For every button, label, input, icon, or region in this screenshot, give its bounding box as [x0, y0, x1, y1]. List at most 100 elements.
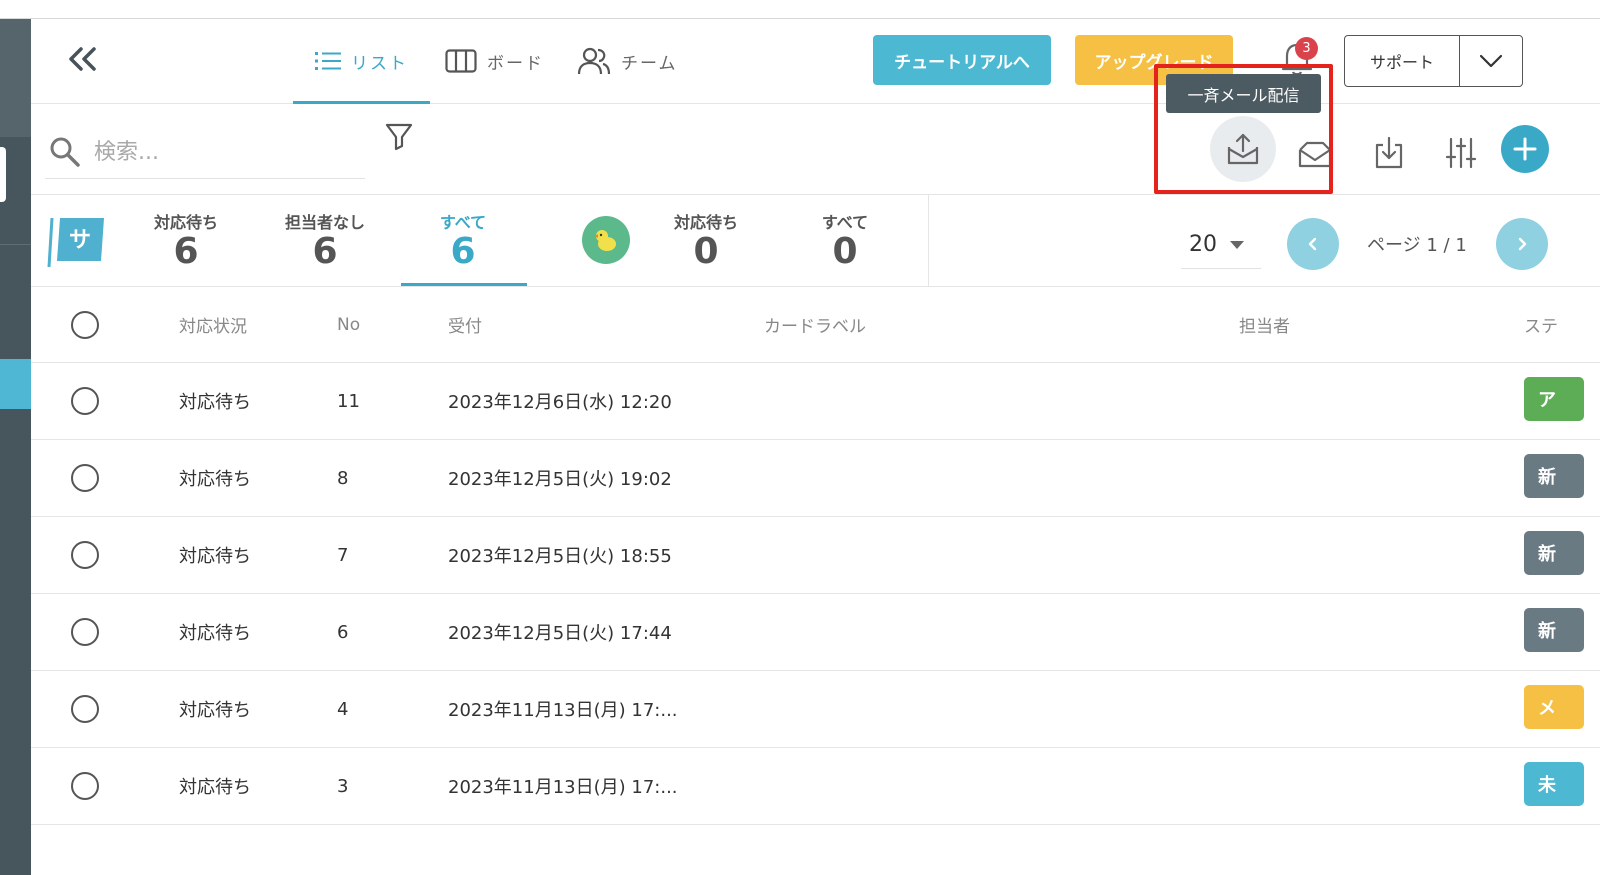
support-button[interactable]: サポート: [1345, 36, 1460, 86]
filter-icon[interactable]: [385, 122, 413, 152]
table-row[interactable]: 対応待ち 3 2023年11月13日(月) 17:... 未: [31, 748, 1600, 825]
column-header[interactable]: 担当者: [1239, 287, 1290, 362]
open-envelope-icon: [1298, 141, 1332, 168]
column-header[interactable]: カードラベル: [764, 287, 866, 362]
add-button[interactable]: [1501, 125, 1549, 173]
search-box: [45, 126, 365, 179]
board-icon: [445, 49, 477, 73]
stat-label: すべて: [439, 213, 487, 232]
stat-count: 6: [312, 231, 338, 272]
select-cell: [71, 748, 99, 824]
tab-list[interactable]: リスト: [293, 19, 430, 104]
header-bar: リスト ボード チーム チュートリアルへ アップグレード 3 サポート: [31, 19, 1600, 104]
row-select-radio[interactable]: [71, 541, 99, 569]
status-cell: 対応待ち: [179, 777, 251, 798]
row-select-radio[interactable]: [71, 772, 99, 800]
caret-down-icon: [1230, 240, 1244, 249]
status-summary: サ 対応待ち 6 担当者なし 6 すべて 6 対応待ち 0 すべて 0 20 ペ…: [31, 195, 1600, 287]
page-info: ページ 1 / 1: [1367, 235, 1467, 256]
tab-team[interactable]: チーム: [577, 19, 678, 103]
row-select-radio[interactable]: [71, 387, 99, 415]
table-row[interactable]: 対応待ち 6 2023年12月5日(火) 17:44 新: [31, 594, 1600, 671]
sidebar-active-marker[interactable]: [0, 147, 6, 202]
received-cell: 2023年12月5日(火) 17:44: [448, 623, 672, 644]
active-stat-underline: [401, 283, 527, 286]
status-tag[interactable]: 新: [1524, 608, 1584, 652]
stat-label: 担当者なし: [284, 213, 365, 232]
select-all-radio[interactable]: [71, 310, 99, 339]
stat-count: 0: [693, 231, 719, 272]
support-caret[interactable]: [1460, 36, 1522, 86]
tab-board[interactable]: ボード: [445, 19, 544, 103]
support-dropdown[interactable]: サポート: [1344, 35, 1523, 87]
table-row[interactable]: 対応待ち 4 2023年11月13日(月) 17:... メ: [31, 671, 1600, 748]
table-row[interactable]: 対応待ち 8 2023年12月5日(火) 19:02 新: [31, 440, 1600, 517]
sidebar-selected-item[interactable]: [0, 359, 31, 409]
prev-page-button[interactable]: [1287, 218, 1339, 270]
chevron-down-icon: [1479, 54, 1503, 68]
flag-label: サ: [69, 228, 91, 253]
search-input[interactable]: [92, 138, 356, 166]
table-row[interactable]: 対応待ち 7 2023年12月5日(火) 18:55 新: [31, 517, 1600, 594]
status-cell: 対応待ち: [179, 392, 251, 413]
status-cell: 対応待ち: [179, 546, 251, 567]
row-select-radio[interactable]: [71, 695, 99, 723]
table-row[interactable]: 対応待ち 11 2023年12月6日(水) 12:20 ア: [31, 363, 1600, 440]
bulk-mail-button[interactable]: [1210, 116, 1276, 182]
status-divider: [928, 195, 929, 286]
stat-label: 対応待ち: [673, 213, 738, 232]
settings-sliders-button[interactable]: [1432, 124, 1490, 182]
row-select-radio[interactable]: [71, 618, 99, 646]
list-icon: [315, 52, 341, 70]
avatar[interactable]: [582, 216, 630, 264]
download-icon: [1375, 136, 1403, 169]
per-page-select[interactable]: 20: [1181, 221, 1261, 269]
number-cell: 3: [337, 775, 349, 797]
status-tag[interactable]: メ: [1524, 685, 1584, 729]
sliders-icon: [1445, 137, 1477, 169]
toolbar: [31, 104, 1600, 195]
bulk-mail-tooltip: 一斉メール配信: [1166, 74, 1321, 113]
stat-team-waiting[interactable]: 対応待ち 0: [664, 209, 748, 271]
card-table: 対応状況 No 受付 カードラベル 担当者 ステ 対応待ち 11 2023年12…: [31, 287, 1600, 825]
stat-waiting[interactable]: 対応待ち 6: [144, 209, 228, 271]
stat-team-all[interactable]: すべて 0: [805, 209, 885, 271]
status-tag[interactable]: 未: [1524, 762, 1584, 806]
select-all-cell: [71, 287, 99, 362]
status-tag[interactable]: 新: [1524, 531, 1584, 575]
column-header[interactable]: 受付: [448, 287, 482, 362]
mail-send-icon: [1227, 133, 1259, 165]
next-page-button[interactable]: [1496, 218, 1548, 270]
sidebar-divider: [0, 244, 31, 245]
download-button[interactable]: [1360, 124, 1418, 182]
stat-unassigned[interactable]: 担当者なし 6: [273, 209, 377, 271]
tab-team-label: チーム: [621, 53, 678, 74]
tutorial-button[interactable]: チュートリアルへ: [873, 35, 1051, 85]
stat-count: 6: [173, 231, 199, 272]
stat-all[interactable]: すべて 6: [423, 209, 503, 271]
double-chevron-left-icon[interactable]: [65, 41, 101, 77]
notification-badge: 3: [1295, 37, 1318, 60]
row-select-radio[interactable]: [71, 464, 99, 492]
chevron-left-icon: [1308, 237, 1317, 251]
stat-count: 0: [832, 231, 858, 272]
select-cell: [71, 671, 99, 747]
chick-icon: [595, 230, 616, 251]
status-tag[interactable]: 新: [1524, 454, 1584, 498]
select-cell: [71, 363, 99, 439]
status-tag[interactable]: ア: [1524, 377, 1584, 421]
status-cell: 対応待ち: [179, 469, 251, 490]
inbox-button[interactable]: [1286, 124, 1344, 182]
received-cell: 2023年11月13日(月) 17:...: [448, 700, 678, 721]
received-cell: 2023年12月5日(火) 19:02: [448, 469, 672, 490]
sidebar-top-block: [0, 19, 31, 137]
status-cell: 対応待ち: [179, 700, 251, 721]
received-cell: 2023年12月6日(水) 12:20: [448, 392, 672, 413]
column-header[interactable]: ステ: [1524, 287, 1558, 362]
left-sidebar: [0, 19, 31, 875]
team-flag-icon: サ: [47, 217, 104, 267]
received-cell: 2023年11月13日(月) 17:...: [448, 777, 678, 798]
column-header[interactable]: 対応状況: [179, 287, 247, 362]
plus-icon: [1513, 137, 1537, 161]
column-header[interactable]: No: [337, 287, 360, 362]
